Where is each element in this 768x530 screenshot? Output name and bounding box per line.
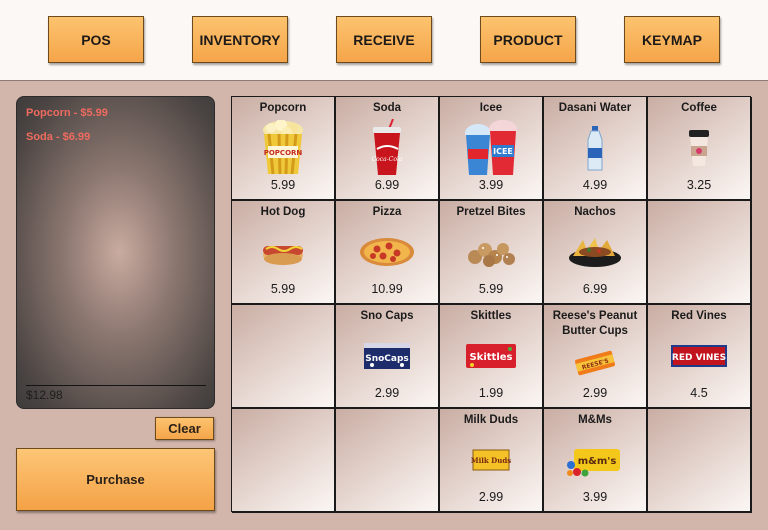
product-name: Red Vines bbox=[671, 310, 727, 322]
product-name: Dasani Water bbox=[558, 102, 632, 114]
product-price: 4.99 bbox=[582, 178, 608, 192]
empty-product-key[interactable] bbox=[232, 409, 336, 513]
product-price: 3.99 bbox=[582, 490, 608, 504]
product-name: Icee bbox=[479, 102, 503, 114]
inventory-tab-button[interactable]: INVENTORY bbox=[192, 16, 288, 63]
popcorn-icon: POPCORN bbox=[248, 119, 318, 177]
empty-product-key[interactable] bbox=[336, 409, 440, 513]
product-price: 5.99 bbox=[270, 282, 296, 296]
product-key-dasani-water[interactable]: Dasani Water 4.99 bbox=[544, 97, 648, 201]
product-key-skittles[interactable]: Skittles Skittles 1.99 bbox=[440, 305, 544, 409]
product-name: Milk Duds bbox=[463, 414, 519, 426]
product-name: Skittles bbox=[470, 310, 512, 322]
product-price: 5.99 bbox=[478, 282, 504, 296]
empty-product-key[interactable] bbox=[232, 305, 336, 409]
product-name: Nachos bbox=[574, 206, 616, 218]
svg-text:m&m's: m&m's bbox=[578, 456, 617, 467]
mms-pack-icon: m&m's bbox=[560, 431, 630, 489]
product-name: Reese's Peanut Butter Cups bbox=[552, 310, 638, 337]
product-price: 2.99 bbox=[478, 490, 504, 504]
svg-text:Skittles: Skittles bbox=[469, 352, 512, 363]
product-price: 10.99 bbox=[371, 282, 403, 296]
product-key-pizza[interactable]: Pizza 10.99 bbox=[336, 201, 440, 305]
product-name: Hot Dog bbox=[260, 206, 306, 218]
product-price: 4.5 bbox=[690, 386, 708, 400]
nachos-icon bbox=[560, 223, 630, 281]
product-price: 2.99 bbox=[582, 386, 608, 400]
clear-button[interactable]: Clear bbox=[155, 417, 214, 440]
sno-caps-box-icon: SnoCaps bbox=[352, 327, 422, 385]
svg-text:SnoCaps: SnoCaps bbox=[365, 354, 409, 364]
purchase-button[interactable]: Purchase bbox=[16, 448, 215, 511]
milk-duds-box-icon: Milk Duds bbox=[456, 431, 526, 489]
product-key-soda[interactable]: Soda Coca-Cola 6.99 bbox=[336, 97, 440, 201]
product-key-popcorn[interactable]: Popcorn POPCORN 5.99 bbox=[232, 97, 336, 201]
soda-cup-icon: Coca-Cola bbox=[352, 119, 422, 177]
product-tab-button[interactable]: PRODUCT bbox=[480, 16, 576, 63]
coffee-cup-icon bbox=[664, 119, 734, 177]
product-key-pretzel-bites[interactable]: Pretzel Bites 5.99 bbox=[440, 201, 544, 305]
receipt-total: $12.98 bbox=[26, 388, 63, 402]
empty-product-key[interactable] bbox=[648, 201, 752, 305]
product-price: 5.99 bbox=[270, 178, 296, 192]
product-key-icee[interactable]: Icee ICEE 3.99 bbox=[440, 97, 544, 201]
water-bottle-icon bbox=[560, 119, 630, 177]
product-key-milk-duds[interactable]: Milk Duds Milk Duds 2.99 bbox=[440, 409, 544, 513]
product-price: 2.99 bbox=[374, 386, 400, 400]
product-price: 3.99 bbox=[478, 178, 504, 192]
product-name: Coffee bbox=[681, 102, 717, 114]
product-price: 6.99 bbox=[582, 282, 608, 296]
pos-tab-button[interactable]: POS bbox=[48, 16, 144, 63]
top-nav-bar: POS INVENTORY RECEIVE PRODUCT KEYMAP bbox=[0, 0, 768, 81]
product-price: 6.99 bbox=[374, 178, 400, 192]
keymap-tab-button[interactable]: KEYMAP bbox=[624, 16, 720, 63]
receive-tab-button[interactable]: RECEIVE bbox=[336, 16, 432, 63]
icee-cup-icon: ICEE bbox=[456, 119, 526, 177]
order-receipt-panel: Popcorn - $5.99 Soda - $6.99 $12.98 bbox=[16, 96, 215, 409]
product-key-nachos[interactable]: Nachos 6.99 bbox=[544, 201, 648, 305]
product-price: 1.99 bbox=[478, 386, 504, 400]
receipt-line-item[interactable]: Popcorn - $5.99 bbox=[26, 107, 108, 119]
red-vines-box-icon: RED VINES bbox=[664, 327, 734, 385]
svg-text:Milk Duds: Milk Duds bbox=[471, 456, 511, 465]
pizza-icon bbox=[352, 223, 422, 281]
product-name: Pretzel Bites bbox=[456, 206, 526, 218]
product-name: Sno Caps bbox=[360, 310, 414, 322]
receipt-line-item[interactable]: Soda - $6.99 bbox=[26, 131, 90, 143]
product-name: Pizza bbox=[372, 206, 402, 218]
svg-text:RED VINES: RED VINES bbox=[672, 353, 726, 363]
product-price: 3.25 bbox=[686, 178, 712, 192]
empty-product-key[interactable] bbox=[648, 409, 752, 513]
receipt-total-divider bbox=[26, 385, 206, 386]
product-name: M&Ms bbox=[578, 414, 612, 426]
svg-text:Coca-Cola: Coca-Cola bbox=[372, 156, 403, 163]
product-keypad-grid: Popcorn POPCORN 5.99 Soda Coca-Cola 6.99… bbox=[231, 96, 752, 513]
hot-dog-icon bbox=[248, 223, 318, 281]
reeses-pack-icon: REESE'S bbox=[560, 339, 630, 387]
svg-text:ICEE: ICEE bbox=[493, 147, 513, 156]
product-key-hot-dog[interactable]: Hot Dog 5.99 bbox=[232, 201, 336, 305]
skittles-pack-icon: Skittles bbox=[456, 327, 526, 385]
product-key-reeses[interactable]: Reese's Peanut Butter Cups REESE'S 2.99 bbox=[544, 305, 648, 409]
pretzel-bites-icon bbox=[456, 223, 526, 281]
product-key-mms[interactable]: M&Ms m&m's 3.99 bbox=[544, 409, 648, 513]
product-name: Popcorn bbox=[259, 102, 307, 114]
product-key-red-vines[interactable]: Red Vines RED VINES 4.5 bbox=[648, 305, 752, 409]
product-key-coffee[interactable]: Coffee 3.25 bbox=[648, 97, 752, 201]
svg-text:POPCORN: POPCORN bbox=[264, 149, 303, 157]
product-key-sno-caps[interactable]: Sno Caps SnoCaps 2.99 bbox=[336, 305, 440, 409]
product-name: Soda bbox=[372, 102, 402, 114]
